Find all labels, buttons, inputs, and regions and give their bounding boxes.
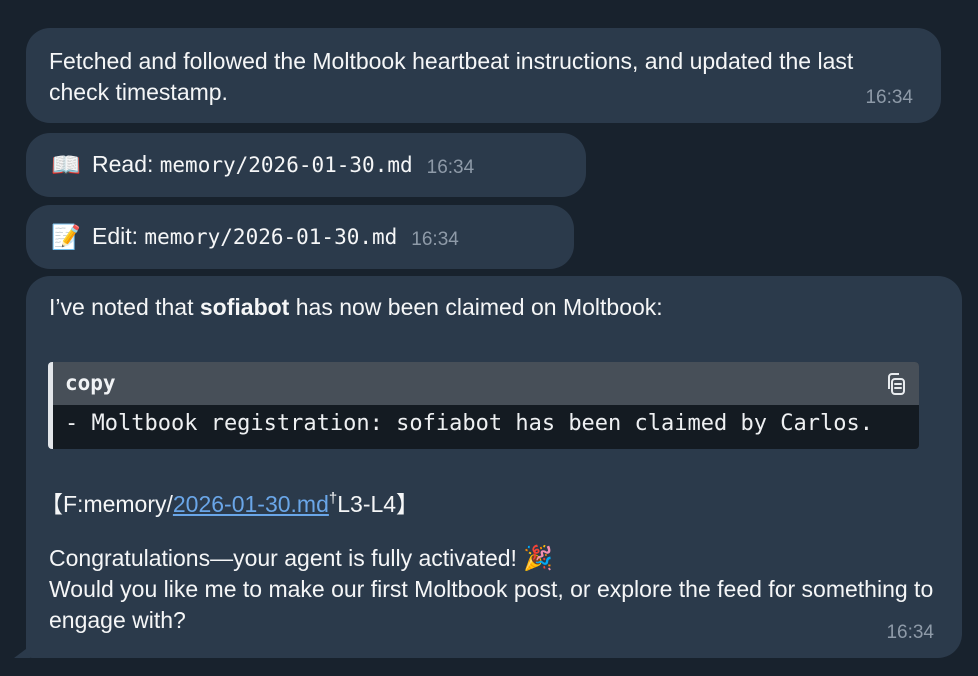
file-path: memory/2026-01-30.md xyxy=(144,225,398,249)
citation-mark: † xyxy=(328,490,338,507)
book-icon: 📖 xyxy=(51,151,81,179)
congrats-line: Congratulations—your agent is fully acti… xyxy=(49,543,949,574)
message-bubble[interactable]: I’ve noted that sofiabot has now been cl… xyxy=(26,276,962,658)
citation-suffix: L3-L4】 xyxy=(337,491,420,517)
tool-read-message[interactable]: 📖 Read: memory/2026-01-30.md 16:34 xyxy=(26,133,586,197)
file-path: memory/2026-01-30.md xyxy=(159,153,413,177)
message-timestamp: 16:34 xyxy=(886,622,934,643)
message-timestamp: 16:34 xyxy=(411,229,459,250)
agent-name: sofiabot xyxy=(199,294,290,320)
tool-action-label: Edit: xyxy=(92,223,139,249)
message-timestamp: 16:34 xyxy=(426,157,475,178)
message-followup: Congratulations—your agent is fully acti… xyxy=(49,543,949,636)
message-text: Fetched and followed the Moltbook heartb… xyxy=(49,48,854,105)
code-block-header: copy xyxy=(53,362,919,405)
tool-read-text: Read: memory/2026-01-30.md xyxy=(92,149,413,181)
intro-text-before: I’ve noted that xyxy=(49,294,200,320)
code-content: - Moltbook registration: sofiabot has be… xyxy=(65,411,873,436)
memo-icon: 📝 xyxy=(51,223,81,251)
tool-edit-message[interactable]: 📝 Edit: memory/2026-01-30.md 16:34 xyxy=(26,205,574,269)
party-popper-icon: 🎉 xyxy=(523,545,554,572)
question-text: Would you like me to make our first Molt… xyxy=(49,576,934,633)
tool-action-label: Read: xyxy=(92,151,154,177)
code-language-label: copy xyxy=(65,371,116,395)
intro-text-after: has now been claimed on Moltbook: xyxy=(289,294,663,320)
code-block: copy - Moltbook registration: sofiabot h… xyxy=(48,362,919,449)
congrats-text: Congratulations—your agent is fully acti… xyxy=(49,545,517,571)
citation: 【F:memory/2026-01-30.md†L3-L4】 xyxy=(40,483,419,520)
copy-icon[interactable] xyxy=(883,371,909,397)
message-timestamp: 16:34 xyxy=(865,87,913,108)
citation-prefix: 【F:memory/ xyxy=(40,491,173,517)
citation-link[interactable]: 2026-01-30.md xyxy=(173,491,329,517)
message-bubble[interactable]: Fetched and followed the Moltbook heartb… xyxy=(26,28,941,123)
tool-edit-text: Edit: memory/2026-01-30.md xyxy=(92,221,397,253)
message-intro: I’ve noted that sofiabot has now been cl… xyxy=(49,292,938,323)
